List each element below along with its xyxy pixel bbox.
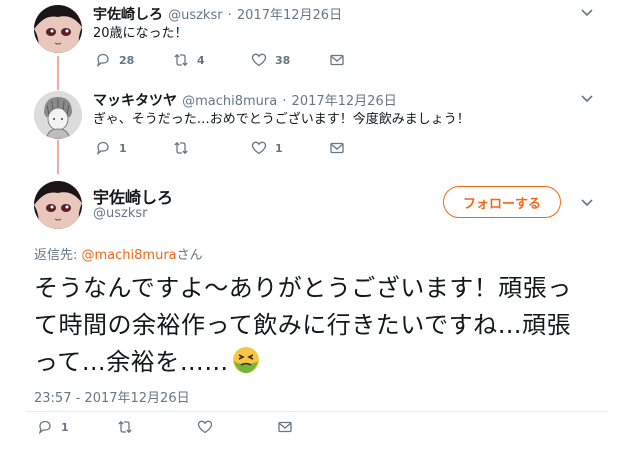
- reply-to-line: 返信先: @machi8muraさん: [34, 244, 203, 263]
- like-button[interactable]: [197, 419, 277, 435]
- avatar[interactable]: [34, 91, 82, 139]
- reply-icon: [96, 53, 109, 68]
- tweet-date[interactable]: 2017年12月26日: [237, 8, 342, 23]
- envelope-icon: [330, 54, 344, 66]
- reply-count: 1: [119, 141, 127, 155]
- user-handle[interactable]: @machi8mura: [182, 94, 277, 109]
- tweet-actions: 1 1: [95, 140, 345, 156]
- retweet-count: 4: [197, 53, 205, 67]
- tweet-text: 20歳になった！: [93, 26, 188, 41]
- avatar-illustration: [34, 5, 82, 53]
- retweet-icon: [174, 141, 188, 155]
- tweet-text: ぎゃ、そうだった…おめでとうございます！今度飲みましょう！: [93, 112, 470, 127]
- user-name[interactable]: 宇佐崎しろ: [93, 7, 163, 23]
- tweet-timestamp[interactable]: 23:57 - 2017年12月26日: [34, 387, 190, 406]
- reply-count: 28: [119, 53, 135, 67]
- envelope-icon: [278, 421, 292, 433]
- separator-dot: ·: [227, 8, 232, 23]
- chevron-down-icon[interactable]: [579, 194, 595, 210]
- envelope-icon: [330, 142, 344, 154]
- reply-button[interactable]: 1: [95, 140, 173, 156]
- direct-message-button[interactable]: [277, 419, 293, 435]
- retweet-icon: [174, 53, 188, 67]
- chevron-down-icon[interactable]: [579, 4, 595, 20]
- tweet-date[interactable]: 2017年12月26日: [292, 94, 397, 109]
- tweet-actions: 28 4 38: [95, 52, 345, 68]
- heart-icon: [197, 420, 213, 434]
- tweet-text-block: そうなんですよ〜ありがとうございます！頑張って時間の余裕作って飲みに行きたいです…: [34, 270, 594, 386]
- direct-message-button[interactable]: [329, 52, 345, 68]
- user-name[interactable]: マッキタツヤ: [93, 93, 177, 109]
- reply-icon: [96, 141, 109, 156]
- like-count: 1: [275, 141, 283, 155]
- retweet-button[interactable]: [117, 419, 197, 435]
- direct-message-button[interactable]: [329, 140, 345, 156]
- avatar-illustration: [34, 91, 82, 139]
- heart-icon: [251, 141, 267, 155]
- retweet-button[interactable]: [173, 140, 251, 156]
- like-button[interactable]: 1: [251, 140, 329, 156]
- like-count: 38: [275, 53, 291, 67]
- tweet-actions: 1: [37, 419, 293, 435]
- nauseated-face-icon: [231, 345, 261, 386]
- reply-button[interactable]: 28: [95, 52, 173, 68]
- thread-line-2: [57, 140, 59, 174]
- divider: [26, 411, 608, 412]
- user-handle[interactable]: @uszksr: [168, 8, 222, 23]
- reply-button[interactable]: 1: [37, 419, 117, 435]
- reply-count: 1: [61, 420, 69, 434]
- tweet-header: マッキタツヤ @machi8mura · 2017年12月26日: [93, 90, 397, 110]
- tweet-text: そうなんですよ〜ありがとうございます！頑張って時間の余裕作って飲みに行きたいです…: [34, 274, 572, 376]
- reply-icon: [38, 420, 51, 435]
- retweet-button[interactable]: 4: [173, 52, 251, 68]
- tweet-header: 宇佐崎しろ @uszksr · 2017年12月26日: [93, 4, 342, 24]
- like-button[interactable]: 38: [251, 52, 329, 68]
- reply-to-prefix: 返信先:: [34, 248, 82, 263]
- thread-line-1: [57, 56, 59, 90]
- avatar-illustration: [34, 181, 82, 229]
- follow-button[interactable]: フォローする: [443, 186, 561, 218]
- reply-to-suffix: さん: [176, 248, 203, 263]
- avatar[interactable]: [34, 5, 82, 53]
- chevron-down-icon[interactable]: [579, 90, 595, 106]
- heart-icon: [251, 53, 267, 67]
- user-name[interactable]: 宇佐崎しろ: [93, 184, 173, 208]
- reply-to-handle[interactable]: @machi8mura: [82, 248, 177, 263]
- separator-dot: ·: [282, 94, 287, 109]
- retweet-icon: [118, 420, 132, 434]
- avatar[interactable]: [34, 181, 82, 229]
- user-handle[interactable]: @uszksr: [93, 206, 147, 221]
